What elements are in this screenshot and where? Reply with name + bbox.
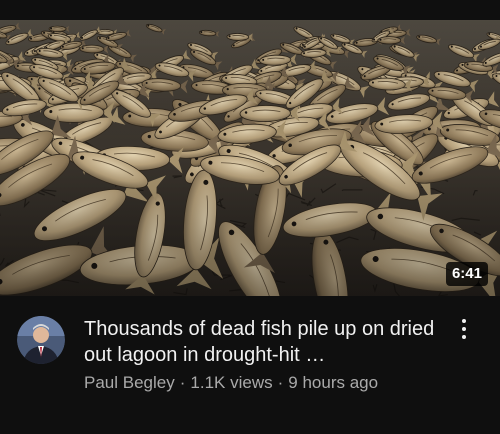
channel-avatar[interactable]	[17, 316, 65, 364]
view-count: 1.1K views	[190, 373, 273, 392]
video-card: 6:41 Thousands of dead fish pile up on d…	[0, 0, 500, 434]
separator: ·	[179, 373, 186, 392]
top-strip	[0, 0, 500, 20]
channel-name[interactable]: Paul Begley	[84, 373, 175, 392]
menu-dot	[462, 319, 466, 323]
menu-dot	[462, 327, 466, 331]
duration-badge: 6:41	[445, 262, 488, 286]
video-title[interactable]: Thousands of dead fish pile up on dried …	[84, 316, 444, 368]
avatar-image	[17, 316, 65, 364]
video-metadata: Thousands of dead fish pile up on dried …	[0, 296, 500, 434]
separator: ·	[277, 373, 284, 392]
video-subline: Paul Begley · 1.1K views · 9 hours ago	[84, 372, 378, 394]
video-thumbnail[interactable]: 6:41	[0, 20, 500, 296]
thumbnail-image	[0, 20, 500, 296]
more-vert-icon[interactable]	[452, 314, 476, 344]
menu-dot	[462, 335, 466, 339]
upload-age: 9 hours ago	[288, 373, 379, 392]
